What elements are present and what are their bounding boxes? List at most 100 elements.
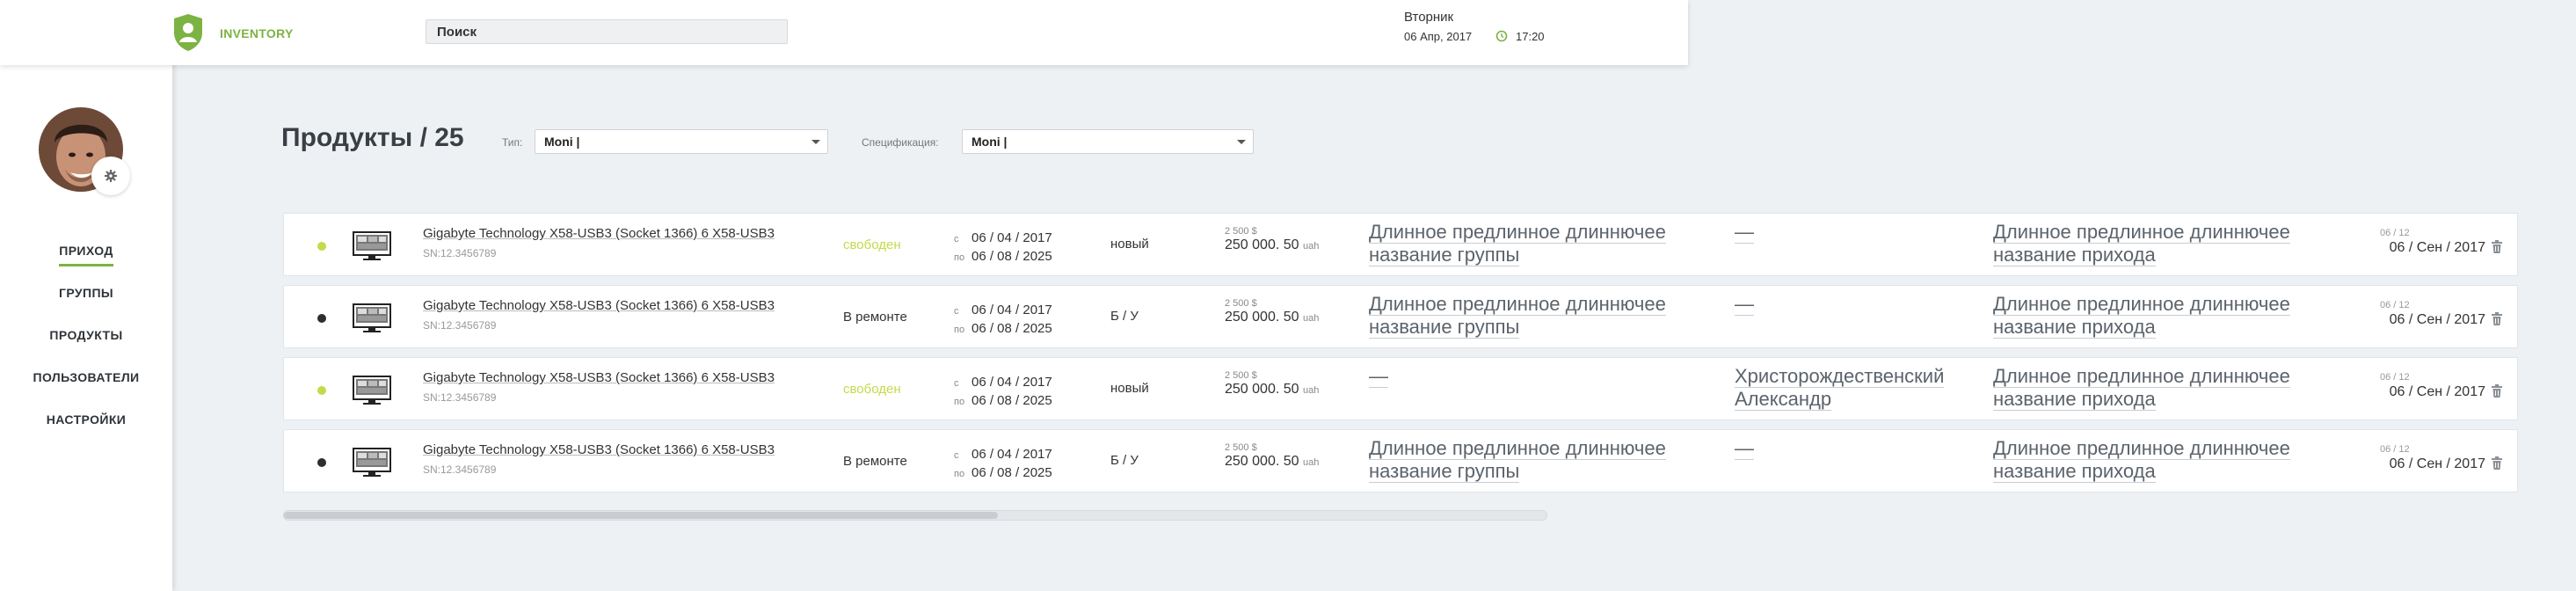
price-usd: 2 500 $: [1225, 442, 1257, 453]
trash-icon[interactable]: [2491, 456, 2503, 471]
table-row[interactable]: Gigabyte Technology X58-USB3 (Socket 136…: [283, 357, 2518, 420]
receipt-line-1: Длинное предлинное длиннючее: [1993, 293, 2290, 316]
condition-text: новый: [1110, 237, 1149, 252]
logo-text[interactable]: INVENTORY: [220, 26, 294, 40]
receipt-link[interactable]: Длинное предлинное длиннючее название пр…: [1993, 437, 2290, 483]
date-to: 06 / 08 / 2025: [971, 393, 1052, 408]
price-usd: 2 500 $: [1225, 370, 1257, 381]
date-range: с 06 / 04 / 2017 по 06 / 08 / 2025: [954, 374, 1052, 411]
trash-icon[interactable]: [2491, 240, 2503, 254]
date-range: с 06 / 04 / 2017 по 06 / 08 / 2025: [954, 302, 1052, 339]
trash-icon[interactable]: [2491, 312, 2503, 326]
serial-number: SN:12.3456789: [423, 463, 497, 476]
price-uah: 250 000. 50 uah: [1225, 382, 1319, 398]
user-link[interactable]: —: [1735, 221, 1754, 244]
sidebar-item-groups[interactable]: ГРУППЫ: [0, 281, 172, 324]
price-value: 250 000. 50: [1225, 382, 1299, 397]
search-box[interactable]: [426, 19, 788, 44]
user-link[interactable]: —: [1735, 293, 1754, 316]
user-link[interactable]: —: [1735, 437, 1754, 460]
receipt-line-2: название прихода: [1993, 244, 2156, 266]
price-value: 250 000. 50: [1225, 237, 1299, 252]
product-name-link[interactable]: Gigabyte Technology X58-USB3 (Socket 136…: [423, 298, 775, 313]
status-dot: [317, 458, 326, 467]
to-label: по: [954, 325, 965, 335]
table-row[interactable]: Gigabyte Technology X58-USB3 (Socket 136…: [283, 213, 2518, 276]
receipt-date-small: 06 / 12: [2380, 228, 2410, 238]
group-link[interactable]: —: [1369, 365, 1388, 388]
time-label: 17:20: [1516, 30, 1545, 43]
sidebar-item-label: ПРОДУКТЫ: [49, 328, 123, 342]
receipt-date: 06 / Сен / 2017: [2389, 456, 2485, 471]
user-link[interactable]: Христорождественский Александр: [1735, 365, 1945, 411]
from-label: с: [954, 450, 959, 461]
type-select-value: Moni |: [544, 135, 580, 149]
group-line-1: Длинное предлинное длиннючее: [1369, 293, 1666, 316]
user-line-1: —: [1735, 293, 1754, 316]
receipt-link[interactable]: Длинное предлинное длиннючее название пр…: [1993, 293, 2290, 339]
spec-filter-label: Спецификация:: [862, 136, 939, 149]
status-text: В ремонте: [843, 454, 907, 469]
sidebar-item-receipts[interactable]: ПРИХОД: [0, 239, 172, 281]
scrollbar-thumb[interactable]: [284, 512, 998, 519]
sidebar-item-settings[interactable]: НАСТРОЙКИ: [0, 408, 172, 450]
search-input[interactable]: [426, 20, 787, 43]
date-range: с 06 / 04 / 2017 по 06 / 08 / 2025: [954, 230, 1052, 266]
group-line-2: название группы: [1369, 316, 1520, 339]
sidebar-item-products[interactable]: ПРОДУКТЫ: [0, 324, 172, 366]
group-link[interactable]: Длинное предлинное длиннючее название гр…: [1369, 437, 1666, 483]
price-value: 250 000. 50: [1225, 454, 1299, 469]
shield-user-icon[interactable]: [172, 13, 204, 52]
weekday-label: Вторник: [1404, 10, 1454, 25]
receipt-date-small: 06 / 12: [2380, 300, 2410, 310]
table-row[interactable]: Gigabyte Technology X58-USB3 (Socket 136…: [283, 285, 2518, 348]
receipt-line-1: Длинное предлинное длиннючее: [1993, 365, 2290, 388]
monitor-icon: [353, 376, 391, 405]
spec-select[interactable]: Moni |: [962, 129, 1254, 154]
price-usd: 2 500 $: [1225, 226, 1257, 237]
gear-icon: [105, 170, 117, 182]
receipt-link[interactable]: Длинное предлинное длиннючее название пр…: [1993, 221, 2290, 266]
date-from: 06 / 04 / 2017: [971, 230, 1052, 245]
date-from: 06 / 04 / 2017: [971, 447, 1052, 462]
group-link[interactable]: Длинное предлинное длиннючее название гр…: [1369, 293, 1666, 339]
chevron-down-icon: [1237, 140, 1246, 144]
currency-label: uah: [1302, 313, 1320, 324]
monitor-icon: [353, 303, 391, 332]
user-line-1: Христорождественский: [1735, 365, 1945, 388]
product-name-link[interactable]: Gigabyte Technology X58-USB3 (Socket 136…: [423, 442, 775, 457]
price-value: 250 000. 50: [1225, 310, 1299, 325]
from-label: с: [954, 306, 959, 317]
product-name-link[interactable]: Gigabyte Technology X58-USB3 (Socket 136…: [423, 370, 775, 385]
status-dot: [317, 314, 326, 323]
sidebar-item-users[interactable]: ПОЛЬЗОВАТЕЛИ: [0, 366, 172, 408]
condition-text: новый: [1110, 381, 1149, 396]
spec-select-value: Moni |: [971, 135, 1008, 149]
serial-number: SN:12.3456789: [423, 391, 497, 404]
sidebar-item-label: ГРУППЫ: [58, 286, 114, 300]
receipt-line-2: название прихода: [1993, 316, 2156, 339]
sidebar: ПРИХОД ГРУППЫ ПРОДУКТЫ ПОЛЬЗОВАТЕЛИ НАСТ…: [0, 0, 172, 591]
sidebar-item-label: ПОЛЬЗОВАТЕЛИ: [33, 370, 140, 384]
avatar-settings-button[interactable]: [91, 157, 130, 195]
date-label: 06 Апр, 2017: [1404, 30, 1473, 43]
date-range: с 06 / 04 / 2017 по 06 / 08 / 2025: [954, 446, 1052, 483]
product-name-link[interactable]: Gigabyte Technology X58-USB3 (Socket 136…: [423, 226, 775, 241]
chevron-down-icon: [811, 140, 820, 144]
serial-number: SN:12.3456789: [423, 247, 497, 259]
condition-text: Б / У: [1110, 453, 1139, 468]
currency-label: uah: [1302, 241, 1320, 252]
receipt-link[interactable]: Длинное предлинное длиннючее название пр…: [1993, 365, 2290, 411]
horizontal-scrollbar[interactable]: [283, 510, 1547, 521]
to-label: по: [954, 397, 965, 407]
table-row[interactable]: Gigabyte Technology X58-USB3 (Socket 136…: [283, 429, 2518, 492]
group-link[interactable]: Длинное предлинное длиннючее название гр…: [1369, 221, 1666, 266]
receipt-line-1: Длинное предлинное длиннючее: [1993, 221, 2290, 244]
type-select[interactable]: Moni |: [535, 129, 828, 154]
group-line-2: название группы: [1369, 244, 1520, 266]
trash-icon[interactable]: [2491, 384, 2503, 398]
receipt-date-small: 06 / 12: [2380, 444, 2410, 455]
group-line-2: название группы: [1369, 460, 1520, 483]
condition-text: Б / У: [1110, 309, 1139, 324]
group-line-1: Длинное предлинное длиннючее: [1369, 221, 1666, 244]
